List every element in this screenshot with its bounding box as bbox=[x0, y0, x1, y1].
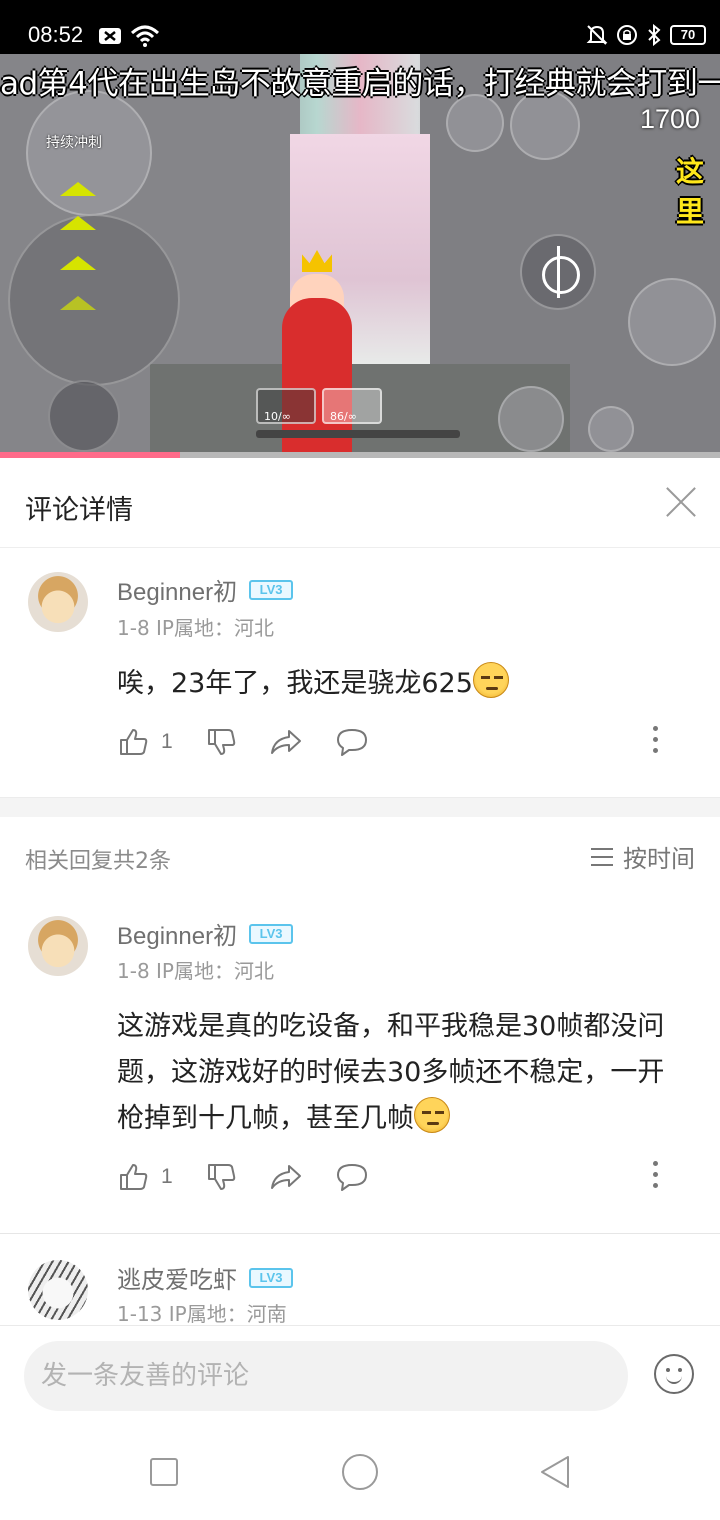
comment-author[interactable]: Beginner初 LV3 bbox=[117, 916, 294, 951]
comment-meta: 1-13 IP属地：河南 bbox=[117, 1302, 287, 1325]
comment-actions: 1 bbox=[117, 722, 677, 762]
ammo-bar bbox=[256, 430, 460, 438]
replies-header: 相关回复共2条 按时间 bbox=[0, 817, 720, 891]
comment-author[interactable]: 逃皮爱吃虾 LV3 bbox=[117, 1260, 293, 1295]
comment-text: 唉，23年了，我还是骁龙625 bbox=[117, 661, 697, 707]
thumbs-up-icon bbox=[120, 729, 148, 755]
share-icon bbox=[270, 730, 301, 754]
chevron-up-icon bbox=[60, 182, 96, 196]
backpack-button bbox=[48, 380, 120, 452]
chevron-up-icon bbox=[60, 256, 96, 270]
thumbs-up-icon bbox=[120, 1164, 148, 1190]
weapon-bar: 10/∞ 86/∞ bbox=[256, 388, 382, 424]
comment-text-content: 这游戏是真的吃设备，和平我稳是30帧都没问题，这游戏好的时候去30多帧还不稳定，… bbox=[117, 1011, 665, 1134]
reply-button[interactable] bbox=[335, 727, 369, 757]
dog-avatar-image bbox=[28, 572, 88, 632]
share-icon bbox=[270, 1165, 301, 1189]
comment-bubble-icon bbox=[336, 1164, 367, 1191]
avatar[interactable] bbox=[28, 916, 88, 976]
sort-lines-icon bbox=[591, 847, 613, 866]
dash-button bbox=[26, 90, 152, 216]
thumbs-down-icon bbox=[207, 729, 235, 755]
video-subtitle: ad第4代在出生岛不故意重启的话，打经典就会打到一 bbox=[0, 66, 720, 102]
comment-actions: 1 bbox=[117, 1157, 677, 1197]
comment-author[interactable]: Beginner初 LV3 bbox=[117, 572, 294, 607]
comment-text: 这游戏是真的吃设备，和平我稳是30帧都没问题，这游戏好的时候去30多帧还不稳定，… bbox=[117, 1004, 683, 1142]
hud-jump-button bbox=[628, 278, 716, 366]
main-comment: Beginner初 LV3 1-8 IP属地：河北 唉，23年了，我还是骁龙62… bbox=[0, 548, 720, 797]
section-divider bbox=[0, 797, 720, 817]
comment-input-bar bbox=[0, 1325, 720, 1429]
like-count: 1 bbox=[161, 730, 173, 753]
avatar[interactable] bbox=[28, 1260, 88, 1320]
dog-avatar-image bbox=[28, 916, 88, 976]
like-button[interactable]: 1 bbox=[117, 1161, 173, 1193]
video-callout-text: 这里 bbox=[676, 155, 705, 228]
level-badge: LV3 bbox=[249, 923, 294, 944]
dash-label: 持续冲刺 bbox=[46, 135, 102, 151]
username[interactable]: 逃皮爱吃虾 bbox=[117, 1260, 237, 1295]
status-time: 08:52 bbox=[28, 22, 84, 47]
page-title: 评论详情 bbox=[25, 495, 133, 526]
emoji-picker-icon[interactable] bbox=[654, 1354, 694, 1394]
comment-text-content: 唉，23年了，我还是骁龙625 bbox=[117, 668, 473, 699]
chevron-up-icon bbox=[60, 296, 96, 310]
status-right-icons: 70 bbox=[586, 24, 706, 46]
more-options-icon[interactable] bbox=[651, 726, 659, 758]
bluetooth-icon bbox=[648, 24, 661, 46]
avatar[interactable] bbox=[28, 572, 88, 632]
share-button[interactable] bbox=[269, 727, 303, 757]
username[interactable]: Beginner初 bbox=[117, 916, 237, 951]
comment-input[interactable] bbox=[24, 1341, 628, 1411]
dislike-button[interactable] bbox=[205, 726, 237, 758]
hud-action-button bbox=[588, 406, 634, 452]
alarm-lock-icon bbox=[617, 25, 637, 45]
annoyed-emoji-icon bbox=[414, 1097, 450, 1133]
close-icon[interactable] bbox=[664, 486, 698, 520]
sort-label: 按时间 bbox=[623, 845, 695, 873]
score-display: 1700 bbox=[640, 104, 701, 134]
wifi-icon bbox=[130, 25, 160, 47]
pensive-emoji-icon bbox=[472, 662, 509, 698]
anime-avatar-image bbox=[28, 1260, 88, 1320]
level-badge: LV3 bbox=[249, 579, 294, 600]
replies-count: 相关回复共2条 bbox=[25, 849, 171, 874]
system-nav-bar bbox=[0, 1430, 720, 1520]
recent-apps-icon[interactable] bbox=[150, 1458, 178, 1486]
battery-icon: 70 bbox=[670, 25, 706, 45]
comment-meta: 1-8 IP属地：河北 bbox=[117, 616, 274, 640]
like-button[interactable]: 1 bbox=[117, 726, 173, 758]
dislike-button[interactable] bbox=[205, 1161, 237, 1193]
share-button[interactable] bbox=[269, 1162, 303, 1192]
notification-x-icon bbox=[99, 28, 121, 44]
reply-comment: Beginner初 LV3 1-8 IP属地：河北 这游戏是真的吃设备，和平我稳… bbox=[0, 891, 720, 1233]
weapon-slot: 10/∞ bbox=[256, 388, 316, 424]
weapon-slot: 86/∞ bbox=[322, 388, 382, 424]
back-icon[interactable] bbox=[538, 1454, 572, 1490]
video-player[interactable]: 持续冲刺 10/∞ 86/∞ ad第4代在出生岛不故意重启的话，打经典就会打到一… bbox=[0, 54, 720, 458]
level-badge: LV3 bbox=[249, 1267, 293, 1288]
comment-meta: 1-8 IP属地：河北 bbox=[117, 959, 274, 983]
reply-button[interactable] bbox=[335, 1162, 369, 1192]
more-options-icon[interactable] bbox=[651, 1161, 659, 1193]
reply-comment: 逃皮爱吃虾 LV3 1-13 IP属地：河南 bbox=[0, 1234, 720, 1325]
like-count: 1 bbox=[161, 1165, 173, 1188]
thumbs-down-icon bbox=[207, 1164, 235, 1190]
comment-bubble-icon bbox=[336, 729, 367, 756]
home-icon[interactable] bbox=[342, 1454, 378, 1490]
status-bar: 08:52 70 bbox=[0, 0, 720, 54]
mute-bell-icon bbox=[586, 25, 608, 45]
username[interactable]: Beginner初 bbox=[117, 572, 237, 607]
chevron-up-icon bbox=[60, 216, 96, 230]
comment-detail-header: 评论详情 bbox=[0, 458, 720, 548]
hud-action-button bbox=[498, 386, 564, 452]
status-left-icons bbox=[98, 25, 160, 47]
aim-crosshair-icon bbox=[520, 234, 596, 310]
sort-button[interactable]: 按时间 bbox=[591, 839, 695, 874]
